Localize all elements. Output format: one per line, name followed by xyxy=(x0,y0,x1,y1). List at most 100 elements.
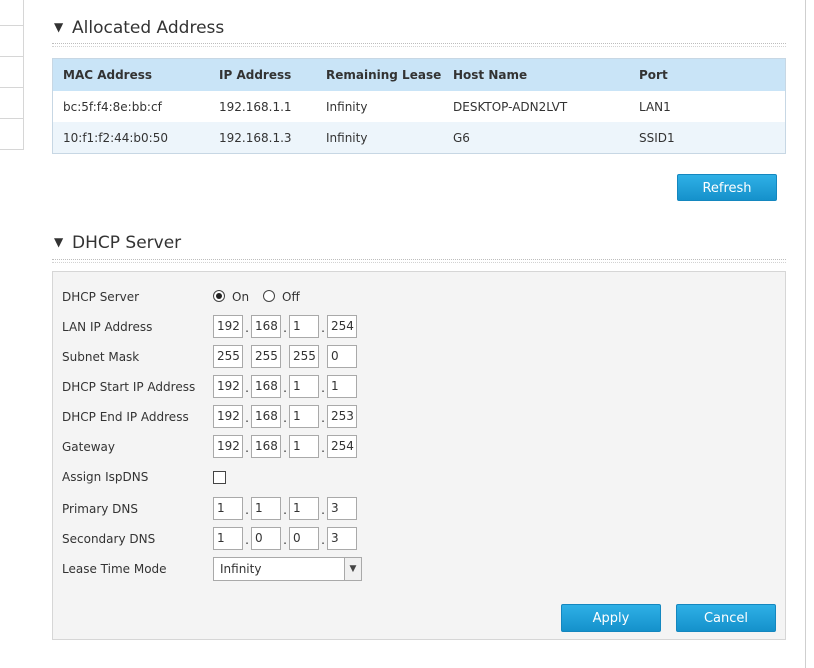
lan-ip-octet-2[interactable]: 168 xyxy=(251,315,281,338)
ip-separator: . xyxy=(321,533,325,547)
lease-time-mode-label: Lease Time Mode xyxy=(62,562,167,576)
table-row: 10:f1:f2:44:b0:50 192.168.1.3 Infinity G… xyxy=(52,122,786,154)
subnet-octet-4[interactable]: 0 xyxy=(327,345,357,368)
content-right-border xyxy=(805,0,806,668)
divider xyxy=(52,259,786,260)
left-nav-strip xyxy=(0,0,24,150)
primary-dns-octet-3[interactable]: 1 xyxy=(289,497,319,520)
ip-separator: . xyxy=(321,503,325,517)
ip-separator: . xyxy=(245,411,249,425)
mac-address-cell: 10:f1:f2:44:b0:50 xyxy=(52,122,219,154)
start-ip-octet-3[interactable]: 1 xyxy=(289,375,319,398)
allocated-section-header[interactable]: ▼ Allocated Address xyxy=(54,18,224,38)
nav-cell[interactable] xyxy=(0,119,24,150)
end-ip-octet-1[interactable]: 192 xyxy=(213,405,243,428)
ip-separator: . xyxy=(245,321,249,335)
lan-ip-octet-4[interactable]: 254 xyxy=(327,315,357,338)
primary-dns-octet-4[interactable]: 3 xyxy=(327,497,357,520)
lease-time-mode-select[interactable]: Infinity ▼ xyxy=(213,557,362,581)
start-ip-octet-4[interactable]: 1 xyxy=(327,375,357,398)
secondary-dns-label: Secondary DNS xyxy=(62,532,156,546)
cancel-button[interactable]: Cancel xyxy=(676,604,776,632)
port-cell: SSID1 xyxy=(639,122,786,154)
lan-ip-label: LAN IP Address xyxy=(62,320,153,334)
ip-separator: . xyxy=(321,381,325,395)
ip-separator: . xyxy=(321,321,325,335)
start-ip-octet-1[interactable]: 192 xyxy=(213,375,243,398)
ip-separator: . xyxy=(245,441,249,455)
dhcp-settings-panel xyxy=(52,271,786,640)
dhcp-on-label: On xyxy=(232,290,250,304)
mac-address-cell: bc:5f:f4:8e:bb:cf xyxy=(52,91,219,122)
column-header: Port xyxy=(639,58,786,91)
lan-ip-octet-1[interactable]: 192 xyxy=(213,315,243,338)
dhcp-section-header[interactable]: ▼ DHCP Server xyxy=(54,233,181,253)
subnet-octet-3[interactable]: 255 xyxy=(289,345,319,368)
ip-separator: . xyxy=(283,441,287,455)
ip-separator: . xyxy=(245,533,249,547)
gateway-octet-1[interactable]: 192 xyxy=(213,435,243,458)
subnet-octet-1[interactable]: 255 xyxy=(213,345,243,368)
subnet-mask-label: Subnet Mask xyxy=(62,350,140,364)
end-ip-octet-4[interactable]: 253 xyxy=(327,405,357,428)
column-header: Remaining Lease xyxy=(326,58,453,91)
host-name-cell: DESKTOP-ADN2LVT xyxy=(453,91,639,122)
assign-ispdns-checkbox[interactable] xyxy=(213,471,226,484)
column-header: Host Name xyxy=(453,58,639,91)
ip-separator: . xyxy=(283,411,287,425)
refresh-button[interactable]: Refresh xyxy=(677,174,777,201)
start-ip-octet-2[interactable]: 168 xyxy=(251,375,281,398)
allocated-section-title: Allocated Address xyxy=(72,18,225,38)
collapse-triangle-icon: ▼ xyxy=(54,20,64,34)
secondary-dns-octet-3[interactable]: 0 xyxy=(289,527,319,550)
end-ip-octet-3[interactable]: 1 xyxy=(289,405,319,428)
column-header: IP Address xyxy=(219,58,326,91)
nav-cell[interactable] xyxy=(0,57,24,88)
divider xyxy=(52,43,786,44)
nav-cell[interactable] xyxy=(0,88,24,119)
subnet-octet-2[interactable]: 255 xyxy=(251,345,281,368)
dhcp-off-label: Off xyxy=(282,290,300,304)
dhcp-server-label: DHCP Server xyxy=(62,290,140,304)
nav-cell[interactable] xyxy=(0,26,24,57)
chevron-down-icon: ▼ xyxy=(344,558,361,580)
lan-ip-octet-3[interactable]: 1 xyxy=(289,315,319,338)
primary-dns-octet-1[interactable]: 1 xyxy=(213,497,243,520)
dhcp-section-title: DHCP Server xyxy=(72,233,182,253)
lease-cell: Infinity xyxy=(326,91,453,122)
secondary-dns-octet-4[interactable]: 3 xyxy=(327,527,357,550)
lease-time-mode-value: Infinity xyxy=(220,562,262,576)
apply-button[interactable]: Apply xyxy=(561,604,661,632)
allocated-address-table: MAC Address IP Address Remaining Lease H… xyxy=(52,58,786,154)
nav-cell[interactable] xyxy=(0,0,24,26)
gateway-octet-3[interactable]: 1 xyxy=(289,435,319,458)
ip-separator: . xyxy=(321,411,325,425)
ip-address-cell: 192.168.1.3 xyxy=(219,122,326,154)
ip-separator: . xyxy=(321,441,325,455)
ip-address-cell: 192.168.1.1 xyxy=(219,91,326,122)
host-name-cell: G6 xyxy=(453,122,639,154)
port-cell: LAN1 xyxy=(639,91,786,122)
primary-dns-octet-2[interactable]: 1 xyxy=(251,497,281,520)
collapse-triangle-icon: ▼ xyxy=(54,235,64,249)
ip-separator: . xyxy=(245,381,249,395)
dhcp-end-ip-label: DHCP End IP Address xyxy=(62,410,189,424)
secondary-dns-octet-2[interactable]: 0 xyxy=(251,527,281,550)
lease-cell: Infinity xyxy=(326,122,453,154)
ip-separator: . xyxy=(283,503,287,517)
dhcp-start-ip-label: DHCP Start IP Address xyxy=(62,380,196,394)
gateway-octet-4[interactable]: 254 xyxy=(327,435,357,458)
table-row: bc:5f:f4:8e:bb:cf 192.168.1.1 Infinity D… xyxy=(52,91,786,122)
gateway-octet-2[interactable]: 168 xyxy=(251,435,281,458)
secondary-dns-octet-1[interactable]: 1 xyxy=(213,527,243,550)
ip-separator: . xyxy=(245,503,249,517)
dhcp-on-radio[interactable] xyxy=(213,290,225,302)
column-header: MAC Address xyxy=(52,58,219,91)
dhcp-off-radio[interactable] xyxy=(263,290,275,302)
table-header-row: MAC Address IP Address Remaining Lease H… xyxy=(52,58,786,91)
assign-ispdns-label: Assign IspDNS xyxy=(62,470,149,484)
ip-separator: . xyxy=(283,321,287,335)
primary-dns-label: Primary DNS xyxy=(62,502,139,516)
end-ip-octet-2[interactable]: 168 xyxy=(251,405,281,428)
ip-separator: . xyxy=(283,533,287,547)
